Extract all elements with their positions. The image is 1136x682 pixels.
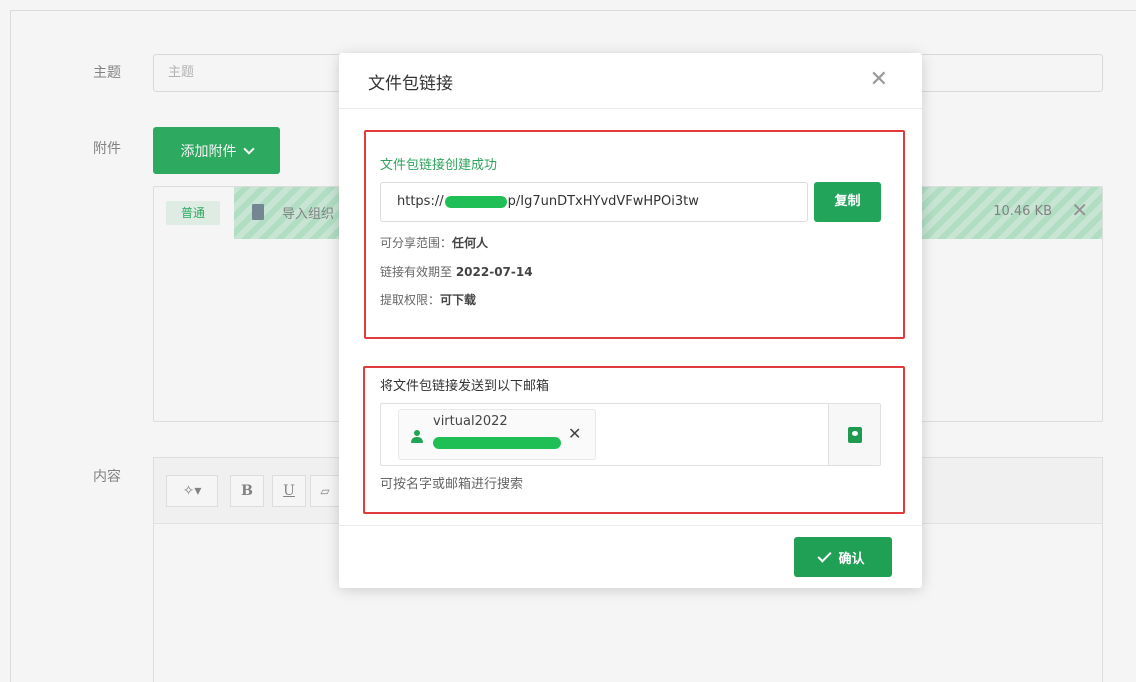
redaction-mark [433,437,561,449]
permission-value: 可下载 [440,293,477,307]
check-icon [817,547,833,563]
valid-until: 链接有效期至 2022-07-14 [380,263,533,280]
share-link-field[interactable]: https:// p/Ig7unDTxHYvdVFwHPOi3tw [380,182,808,222]
redaction-mark [444,195,507,208]
copy-button[interactable]: 复制 [814,182,881,222]
recipient-tag: virtual2022 ✕ [398,409,596,460]
valid-until-value: 2022-07-14 [455,265,533,279]
link-prefix: https:// [397,194,444,209]
recipient-name: virtual2022 [433,414,508,429]
modal-footer: 确认 [339,525,922,588]
confirm-button[interactable]: 确认 [794,537,892,577]
modal-header: 文件包链接 ✕ [339,53,922,109]
confirm-label: 确认 [838,551,865,567]
contacts-icon [848,427,862,443]
search-hint: 可按名字或邮箱进行搜索 [380,477,524,492]
permission: 提取权限：可下载 [380,291,476,308]
valid-until-label: 链接有效期至 [380,265,456,279]
close-icon[interactable]: ✕ [870,69,888,91]
file-package-link-dialog: 文件包链接 ✕ 文件包链接创建成功 https:// p/Ig7unDTxHYvd… [339,53,922,588]
share-scope-label: 可分享范围： [380,236,453,250]
person-icon-head [414,430,420,436]
share-scope: 可分享范围：任何人 [380,234,488,251]
recipient-input[interactable]: virtual2022 ✕ [380,403,881,466]
share-scope-value: 任何人 [452,236,489,250]
remove-recipient-icon[interactable]: ✕ [568,424,581,443]
person-icon-body [411,437,423,443]
permission-label: 提取权限： [380,293,441,307]
success-message: 文件包链接创建成功 [380,158,498,173]
person-icon [410,430,424,444]
modal-title: 文件包链接 [368,74,453,94]
send-email-title: 将文件包链接发送到以下邮箱 [380,379,550,394]
contacts-button[interactable] [828,404,880,465]
link-suffix: p/Ig7unDTxHYvdVFwHPOi3tw [507,194,699,209]
